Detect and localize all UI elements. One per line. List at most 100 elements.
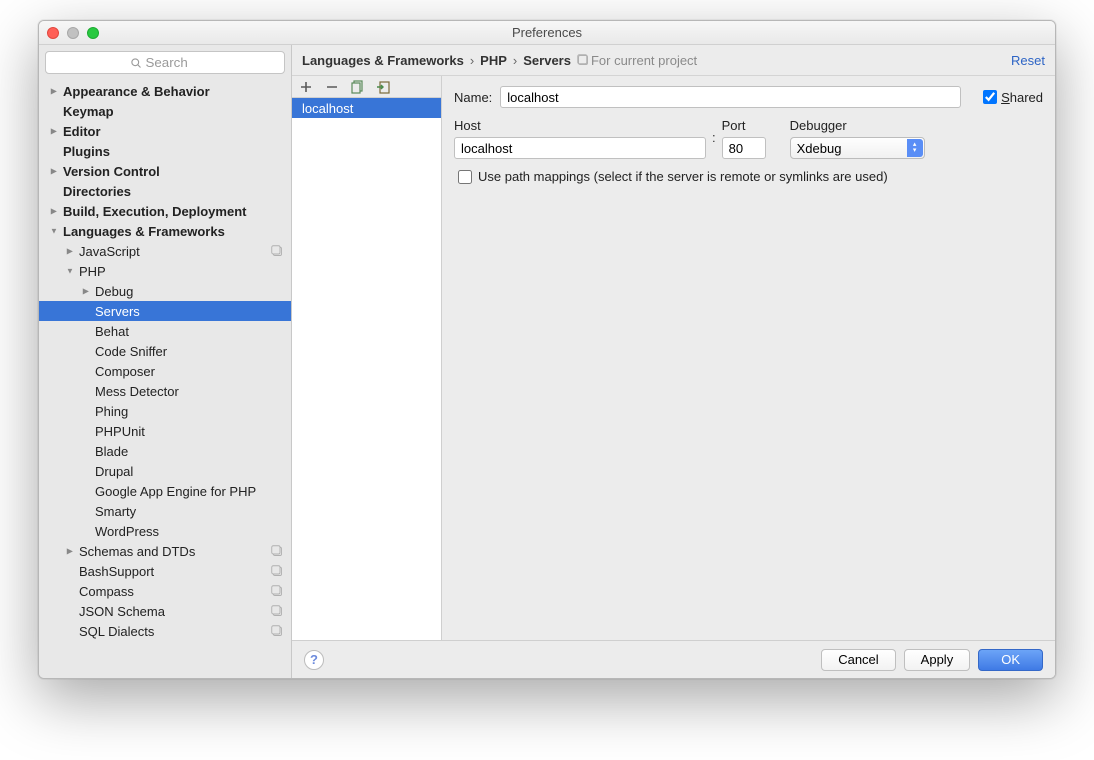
sidebar-item-servers[interactable]: Servers <box>39 301 291 321</box>
sidebar-item-schemas-and-dtds[interactable]: Schemas and DTDs <box>39 541 291 561</box>
tree-expand-arrow-icon[interactable] <box>65 546 75 557</box>
sidebar-item-smarty[interactable]: Smarty <box>39 501 291 521</box>
sidebar-item-json-schema[interactable]: JSON Schema <box>39 601 291 621</box>
path-mappings-checkbox[interactable] <box>458 170 472 184</box>
sidebar-item-label: WordPress <box>95 524 159 539</box>
port-col: Port <box>722 118 766 159</box>
sidebar-item-label: Editor <box>63 124 101 139</box>
project-scope-icon <box>271 585 283 597</box>
host-col: Host <box>454 118 706 159</box>
tree-expand-arrow-icon[interactable] <box>49 166 59 177</box>
sidebar-item-label: Blade <box>95 444 128 459</box>
sidebar-item-behat[interactable]: Behat <box>39 321 291 341</box>
server-toolbar <box>292 76 441 98</box>
add-server-button[interactable] <box>298 79 314 95</box>
ok-button[interactable]: OK <box>978 649 1043 671</box>
server-list-item[interactable]: localhost <box>292 98 441 118</box>
sidebar-item-label: SQL Dialects <box>79 624 154 639</box>
sidebar-item-label: Code Sniffer <box>95 344 167 359</box>
sidebar-item-version-control[interactable]: Version Control <box>39 161 291 181</box>
sidebar-item-sql-dialects[interactable]: SQL Dialects <box>39 621 291 641</box>
tree-expand-arrow-icon[interactable] <box>49 226 59 237</box>
shared-checkbox[interactable] <box>983 90 997 104</box>
sidebar-item-bashsupport[interactable]: BashSupport <box>39 561 291 581</box>
sidebar-item-composer[interactable]: Composer <box>39 361 291 381</box>
server-list-panel: localhost <box>292 76 442 640</box>
debugger-select[interactable]: Xdebug <box>790 137 925 159</box>
project-scope-icon <box>271 565 283 577</box>
sidebar-item-label: BashSupport <box>79 564 154 579</box>
search-box[interactable] <box>45 51 285 74</box>
breadcrumb-part: PHP <box>480 53 507 68</box>
shared-wrap: Shared <box>983 90 1043 105</box>
remove-server-button[interactable] <box>324 79 340 95</box>
sidebar-item-label: PHP <box>79 264 106 279</box>
apply-button[interactable]: Apply <box>904 649 971 671</box>
window-close-button[interactable] <box>47 27 59 39</box>
sidebar-item-label: Build, Execution, Deployment <box>63 204 246 219</box>
window-minimize-button[interactable] <box>67 27 79 39</box>
sidebar-item-compass[interactable]: Compass <box>39 581 291 601</box>
sidebar-item-javascript[interactable]: JavaScript <box>39 241 291 261</box>
sidebar-item-label: Plugins <box>63 144 110 159</box>
tree-expand-arrow-icon[interactable] <box>49 126 59 137</box>
host-label: Host <box>454 118 706 133</box>
search-icon <box>130 57 142 69</box>
window-controls <box>47 27 99 39</box>
sidebar-item-php[interactable]: PHP <box>39 261 291 281</box>
name-label: Name: <box>454 90 492 105</box>
reset-link[interactable]: Reset <box>1011 53 1045 68</box>
sidebar-item-wordpress[interactable]: WordPress <box>39 521 291 541</box>
sidebar-item-debug[interactable]: Debug <box>39 281 291 301</box>
help-button[interactable]: ? <box>304 650 324 670</box>
sidebar-item-label: Schemas and DTDs <box>79 544 195 559</box>
sidebar-item-label: Drupal <box>95 464 133 479</box>
sidebar-item-directories[interactable]: Directories <box>39 181 291 201</box>
sidebar-item-label: Debug <box>95 284 133 299</box>
sidebar-item-editor[interactable]: Editor <box>39 121 291 141</box>
sidebar-item-appearance-behavior[interactable]: Appearance & Behavior <box>39 81 291 101</box>
cancel-button[interactable]: Cancel <box>821 649 895 671</box>
sidebar-item-label: JavaScript <box>79 244 140 259</box>
breadcrumb-part: Languages & Frameworks <box>302 53 464 68</box>
sidebar-item-keymap[interactable]: Keymap <box>39 101 291 121</box>
sidebar-item-mess-detector[interactable]: Mess Detector <box>39 381 291 401</box>
port-input[interactable] <box>722 137 766 159</box>
main-panel: Languages & Frameworks › PHP › Servers F… <box>292 45 1055 678</box>
search-input[interactable] <box>146 55 201 70</box>
sidebar-item-label: Phing <box>95 404 128 419</box>
breadcrumb-sep: › <box>513 53 517 68</box>
name-input[interactable] <box>500 86 961 108</box>
tree-expand-arrow-icon[interactable] <box>49 206 59 217</box>
sidebar-item-label: Mess Detector <box>95 384 179 399</box>
sidebar-item-phpunit[interactable]: PHPUnit <box>39 421 291 441</box>
settings-tree[interactable]: Appearance & Behavior Keymap Editor Plugins… <box>39 79 291 678</box>
sidebar-item-phing[interactable]: Phing <box>39 401 291 421</box>
sidebar-item-drupal[interactable]: Drupal <box>39 461 291 481</box>
footer: ? Cancel Apply OK <box>292 640 1055 678</box>
sidebar-item-label: Appearance & Behavior <box>63 84 210 99</box>
sidebar-item-code-sniffer[interactable]: Code Sniffer <box>39 341 291 361</box>
tree-expand-arrow-icon[interactable] <box>49 86 59 97</box>
project-scope-icon <box>271 545 283 557</box>
window-zoom-button[interactable] <box>87 27 99 39</box>
sidebar-item-label: Composer <box>95 364 155 379</box>
search-wrap <box>39 45 291 79</box>
host-input[interactable] <box>454 137 706 159</box>
tree-expand-arrow-icon[interactable] <box>65 246 75 257</box>
sidebar-item-languages-frameworks[interactable]: Languages & Frameworks <box>39 221 291 241</box>
sidebar-item-label: PHPUnit <box>95 424 145 439</box>
sidebar-item-build-execution-deployment[interactable]: Build, Execution, Deployment <box>39 201 291 221</box>
server-list[interactable]: localhost <box>292 98 441 640</box>
content: Appearance & Behavior Keymap Editor Plugins… <box>39 45 1055 678</box>
tree-expand-arrow-icon[interactable] <box>81 286 91 297</box>
sidebar-item-blade[interactable]: Blade <box>39 441 291 461</box>
sidebar-item-label: Smarty <box>95 504 136 519</box>
sidebar-item-google-app-engine-for-php[interactable]: Google App Engine for PHP <box>39 481 291 501</box>
import-server-button[interactable] <box>376 79 392 95</box>
copy-server-button[interactable] <box>350 79 366 95</box>
debugger-label: Debugger <box>790 118 925 133</box>
sidebar-item-plugins[interactable]: Plugins <box>39 141 291 161</box>
tree-expand-arrow-icon[interactable] <box>65 266 75 277</box>
project-scope-icon <box>271 625 283 637</box>
